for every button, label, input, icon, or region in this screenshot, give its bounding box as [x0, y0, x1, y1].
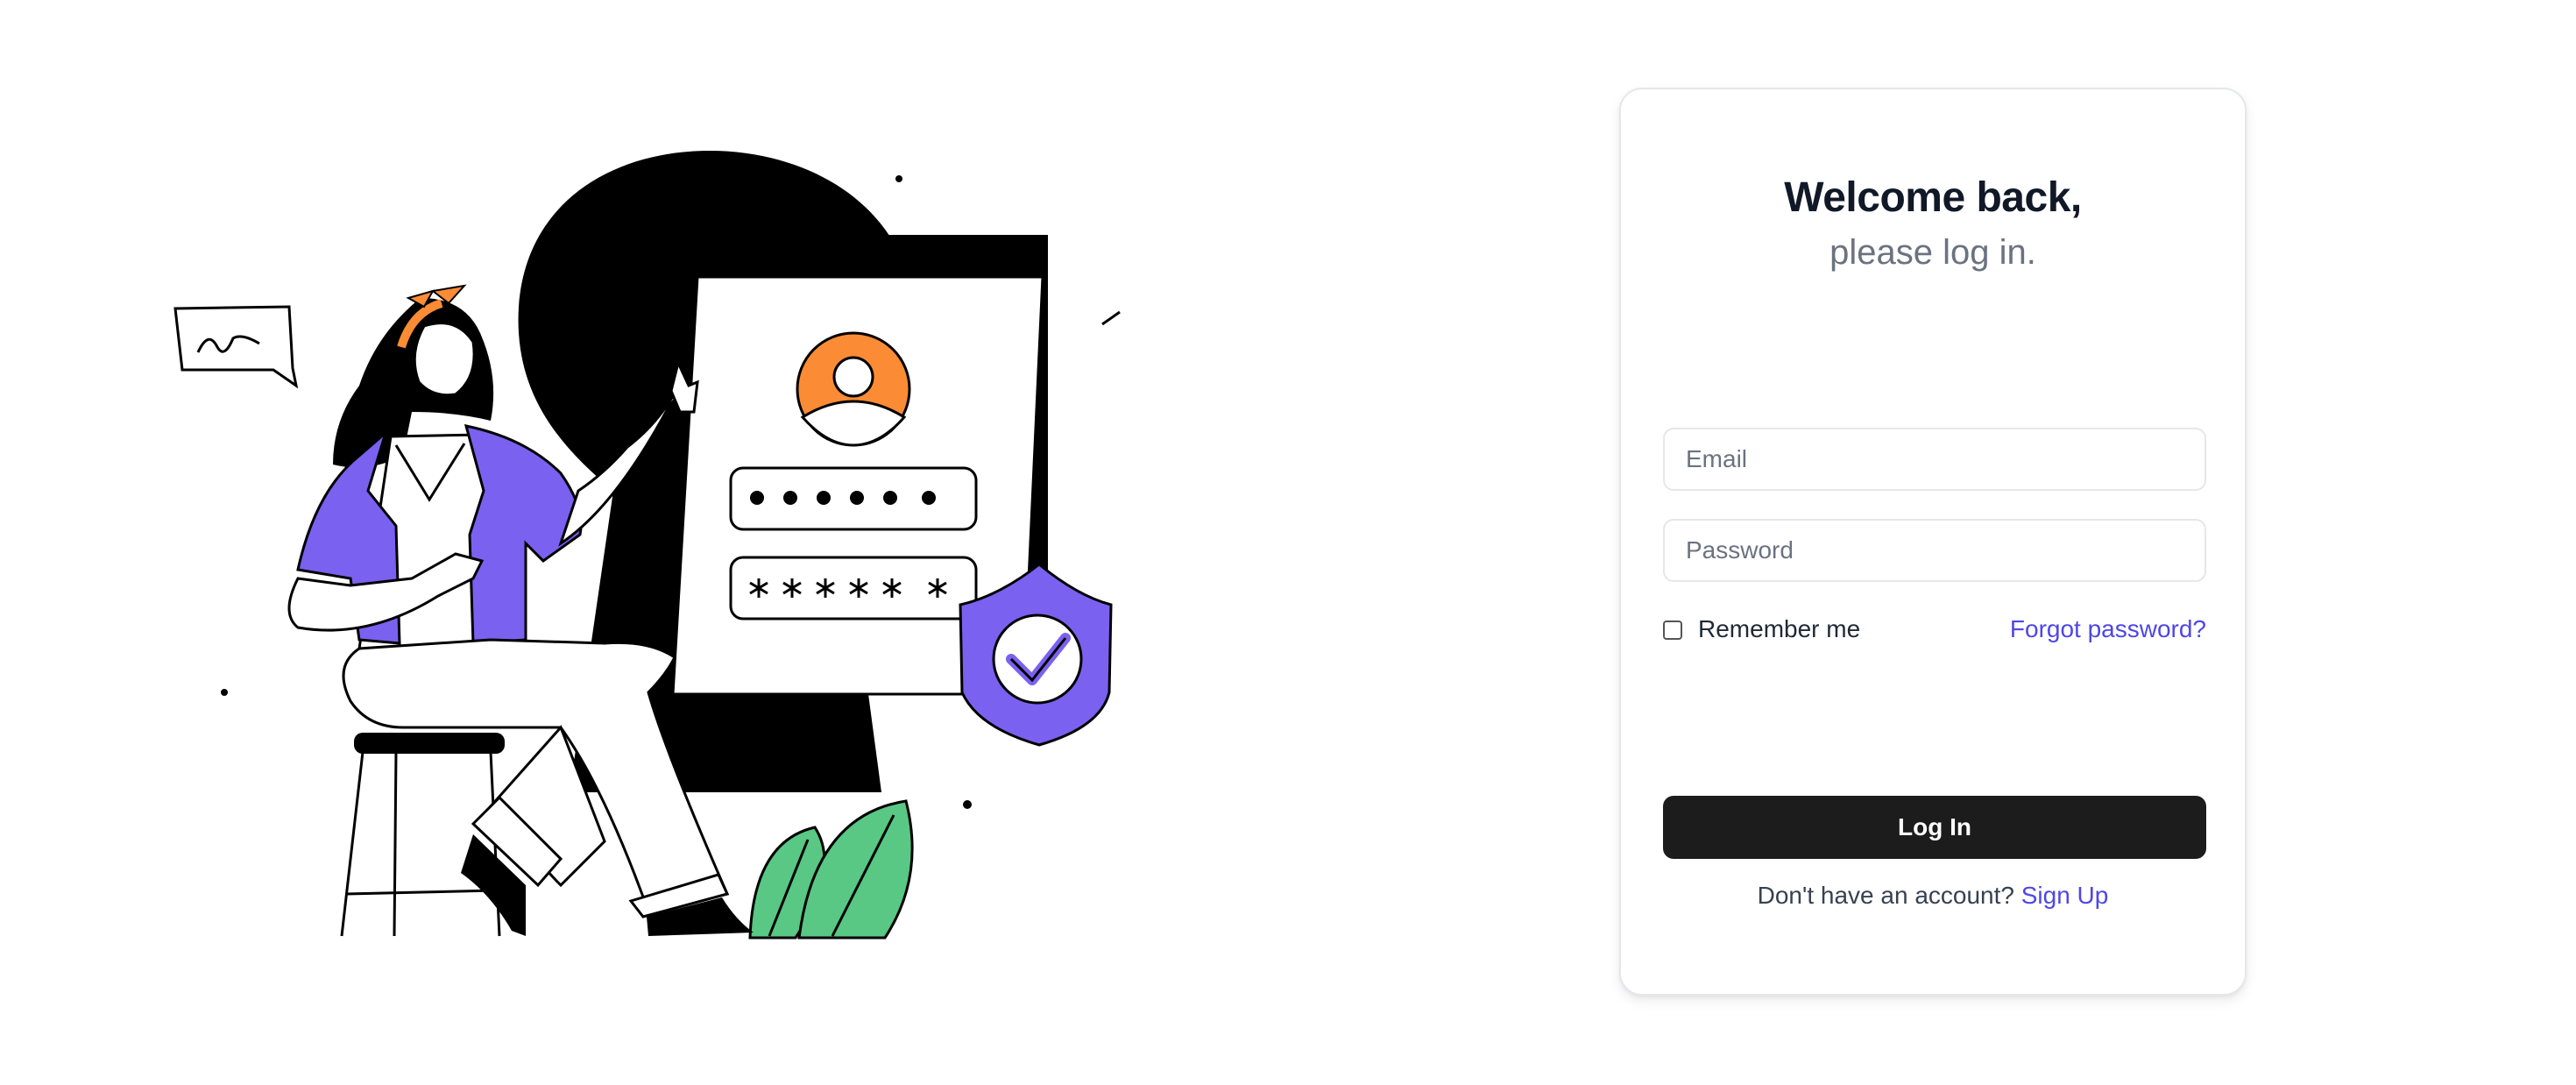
remember-me-label[interactable]: Remember me	[1698, 615, 1860, 643]
remember-row: Remember me Forgot password?	[1663, 613, 2206, 649]
decor-dot	[895, 175, 902, 182]
woman-face	[413, 322, 476, 397]
signup-prompt: Don't have an account?	[1757, 882, 2021, 909]
signup-row: Don't have an account? Sign Up	[1621, 882, 2245, 910]
password-input[interactable]	[1663, 519, 2206, 582]
decor-dash	[1101, 310, 1121, 326]
email-input[interactable]	[1663, 428, 2206, 491]
signup-link[interactable]: Sign Up	[2021, 882, 2109, 909]
forgot-password-link[interactable]: Forgot password?	[2010, 615, 2206, 643]
remember-me-checkbox[interactable]	[1663, 621, 1682, 640]
welcome-subtitle: please log in.	[1829, 233, 2036, 272]
login-button[interactable]: Log In	[1663, 796, 2206, 859]
decor-dot	[963, 800, 972, 809]
welcome-heading: Welcome back,	[1784, 174, 2082, 221]
login-card: Welcome back, please log in. Remember me…	[1619, 88, 2247, 996]
speech-bubble-icon	[173, 305, 299, 389]
plant-leaf	[797, 799, 914, 940]
login-illustration	[0, 0, 1367, 1085]
login-page: Welcome back, please log in. Remember me…	[0, 0, 2576, 1085]
avatar-head	[832, 356, 874, 398]
illustration-svg	[173, 151, 1121, 940]
decor-dot	[221, 689, 228, 696]
stool-seat	[354, 733, 505, 754]
